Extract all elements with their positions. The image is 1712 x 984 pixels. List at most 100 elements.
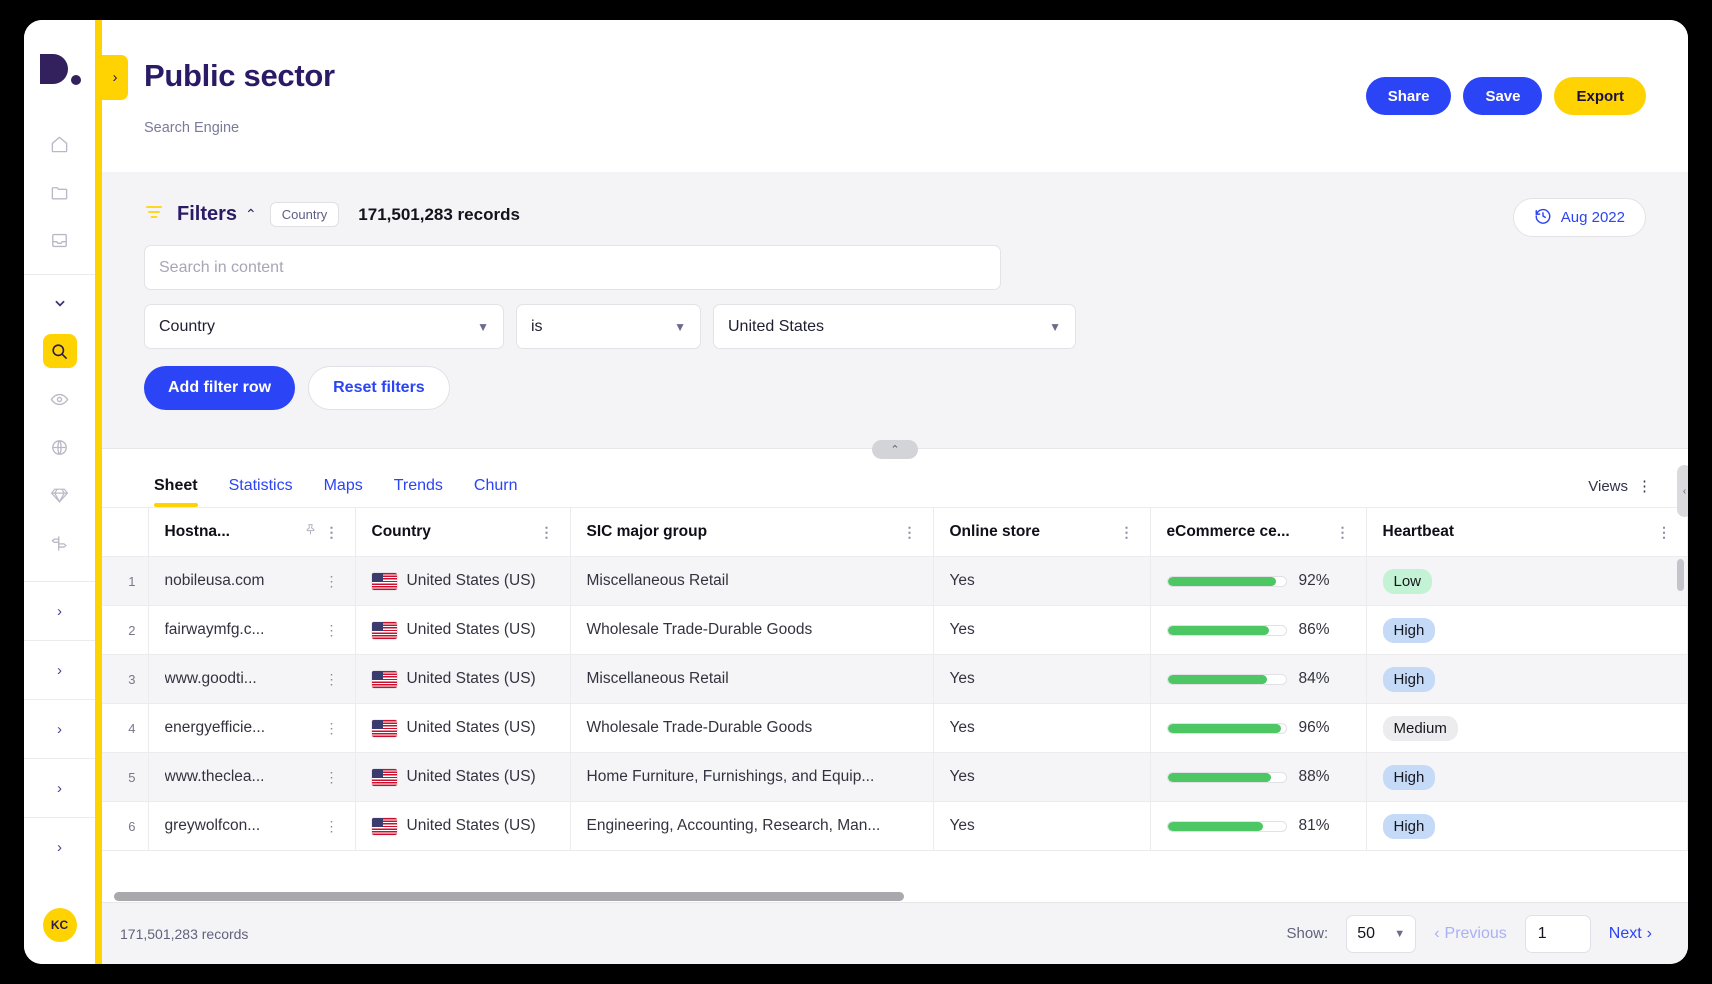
country-value: United States (US) <box>406 670 536 687</box>
rail-expander-1[interactable]: › <box>24 581 95 640</box>
filters-collapse-caret[interactable]: ⌃ <box>245 206 257 223</box>
chevron-down-icon[interactable] <box>43 286 77 320</box>
panel-collapse-handle[interactable]: ⌃ <box>872 440 918 459</box>
avatar[interactable]: KC <box>42 908 77 942</box>
column-header-sic-major-group[interactable]: SIC major group ⋮ <box>570 507 934 557</box>
table-row[interactable]: 1 nobileusa.com ⋮ United States (US) Miscell… <box>102 556 1688 606</box>
save-button[interactable]: Save <box>1463 77 1543 115</box>
footer-record-count: 171,501,283 records <box>120 925 249 942</box>
app-logo[interactable] <box>24 20 95 120</box>
diamond-icon[interactable] <box>43 478 77 512</box>
kebab-menu-icon[interactable]: ⋮ <box>325 672 339 686</box>
pin-icon[interactable] <box>304 523 317 541</box>
page-number-input[interactable]: 1 <box>1524 914 1591 953</box>
cell-hostname[interactable]: greywolfcon... ⋮ <box>148 801 356 851</box>
column-header-heartbeat[interactable]: Heartbeat ⋮ <box>1366 507 1688 557</box>
archive-icon[interactable] <box>43 223 77 257</box>
search-input[interactable] <box>159 258 986 277</box>
signpost-icon[interactable] <box>43 526 77 560</box>
kebab-menu-icon[interactable]: ⋮ <box>1120 525 1134 539</box>
table-row[interactable]: 2 fairwaymfg.c... ⋮ United States (US) Whole… <box>102 605 1688 655</box>
table-row[interactable]: 3 www.goodti... ⋮ United States (US) Miscell… <box>102 654 1688 704</box>
filter-field-select[interactable]: Country ▼ <box>144 304 504 349</box>
vertical-scrollbar-thumb[interactable] <box>1677 559 1684 591</box>
filters-label[interactable]: Filters <box>177 203 237 226</box>
kebab-menu-icon[interactable]: ⋮ <box>325 574 339 588</box>
sidebar-expand-button[interactable]: › <box>102 55 128 100</box>
views-control[interactable]: Views ⋮ <box>1588 477 1652 496</box>
tab-trends[interactable]: Trends <box>394 477 443 507</box>
row-index: 1 <box>102 556 149 606</box>
cell-sic-major-group: Wholesale Trade-Durable Goods <box>570 703 934 753</box>
column-label: Heartbeat <box>1382 523 1455 540</box>
filter-chip-country[interactable]: Country <box>269 202 340 227</box>
column-header-hostname[interactable]: Hostna... ⋮ <box>148 507 356 557</box>
rail-expander-2[interactable]: › <box>24 640 95 699</box>
country-value: United States (US) <box>406 817 536 834</box>
page-size-label: Show: <box>1286 925 1329 942</box>
date-range-button[interactable]: Aug 2022 <box>1512 198 1646 237</box>
column-header-ecommerce-certainty[interactable]: eCommerce ce... ⋮ <box>1150 507 1367 557</box>
table-row[interactable]: 5 www.theclea... ⋮ United States (US) Home F… <box>102 752 1688 802</box>
column-header-online-store[interactable]: Online store ⋮ <box>933 507 1151 557</box>
add-filter-row-button[interactable]: Add filter row <box>144 366 296 410</box>
rail-expander-3[interactable]: › <box>24 699 95 758</box>
page-subtitle: Search Engine <box>144 120 240 136</box>
next-page-button[interactable]: Next › <box>1609 925 1652 943</box>
cell-hostname[interactable]: nobileusa.com ⋮ <box>148 556 356 606</box>
right-panel-toggle[interactable]: ‹ <box>1677 465 1688 517</box>
rail-divider <box>24 274 95 275</box>
kebab-menu-icon[interactable]: ⋮ <box>325 525 339 539</box>
percentage-value: 96% <box>1298 719 1330 736</box>
kebab-menu-icon[interactable]: ⋮ <box>325 819 339 833</box>
chevron-left-icon: ‹ <box>1434 924 1440 942</box>
table-row[interactable]: 6 greywolfcon... ⋮ United States (US) Engine… <box>102 801 1688 851</box>
kebab-menu-icon[interactable]: ⋮ <box>903 525 917 539</box>
rail-expander-4[interactable]: › <box>24 758 95 817</box>
page-header: › Public sector Search Engine Share Save… <box>102 20 1688 172</box>
filter-operator-select[interactable]: is ▼ <box>516 304 701 349</box>
us-flag-icon <box>371 621 397 639</box>
rail-expander-5[interactable]: › <box>24 817 95 876</box>
cell-ecommerce-certainty: 96% <box>1150 703 1367 753</box>
globe-icon[interactable] <box>43 430 77 464</box>
eye-icon[interactable] <box>43 382 77 416</box>
cell-hostname[interactable]: energyefficie... ⋮ <box>148 703 356 753</box>
kebab-menu-icon[interactable]: ⋮ <box>1637 477 1652 495</box>
cell-sic-major-group: Engineering, Accounting, Research, Man..… <box>570 801 934 851</box>
tab-sheet[interactable]: Sheet <box>154 477 198 507</box>
kebab-menu-icon[interactable]: ⋮ <box>325 770 339 784</box>
column-header-index <box>102 507 149 557</box>
cell-hostname[interactable]: www.goodti... ⋮ <box>148 654 356 704</box>
home-icon[interactable] <box>43 127 77 161</box>
column-header-country[interactable]: Country ⋮ <box>355 507 571 557</box>
percentage-value: 92% <box>1298 572 1330 589</box>
cell-hostname[interactable]: fairwaymfg.c... ⋮ <box>148 605 356 655</box>
app-window: › › › › › KC › Public sector Search Engi… <box>24 20 1688 964</box>
export-button[interactable]: Export <box>1554 77 1646 115</box>
row-index: 5 <box>102 752 149 802</box>
cell-hostname[interactable]: www.theclea... ⋮ <box>148 752 356 802</box>
folder-icon[interactable] <box>43 175 77 209</box>
search-icon[interactable] <box>42 334 77 368</box>
kebab-menu-icon[interactable]: ⋮ <box>540 525 554 539</box>
content-search-box[interactable] <box>144 245 1001 290</box>
tab-churn[interactable]: Churn <box>474 477 518 507</box>
tab-maps[interactable]: Maps <box>324 477 363 507</box>
tab-statistics[interactable]: Statistics <box>229 477 293 507</box>
previous-page-button[interactable]: ‹ Previous <box>1434 925 1507 943</box>
main-area: › Public sector Search Engine Share Save… <box>102 20 1688 964</box>
records-count: 171,501,283 records <box>358 204 520 224</box>
reset-filters-button[interactable]: Reset filters <box>308 366 450 410</box>
horizontal-scrollbar-thumb[interactable] <box>114 892 904 901</box>
kebab-menu-icon[interactable]: ⋮ <box>1336 525 1350 539</box>
kebab-menu-icon[interactable]: ⋮ <box>325 623 339 637</box>
page-size-select[interactable]: 50 ▼ <box>1346 914 1417 953</box>
share-button[interactable]: Share <box>1365 77 1452 115</box>
table-row[interactable]: 4 energyefficie... ⋮ United States (US) Whol… <box>102 703 1688 753</box>
kebab-menu-icon[interactable]: ⋮ <box>325 721 339 735</box>
cell-country: United States (US) <box>355 605 571 655</box>
kebab-menu-icon[interactable]: ⋮ <box>1657 525 1671 539</box>
filter-value-select[interactable]: United States ▼ <box>713 304 1076 349</box>
filter-funnel-icon <box>144 202 164 227</box>
